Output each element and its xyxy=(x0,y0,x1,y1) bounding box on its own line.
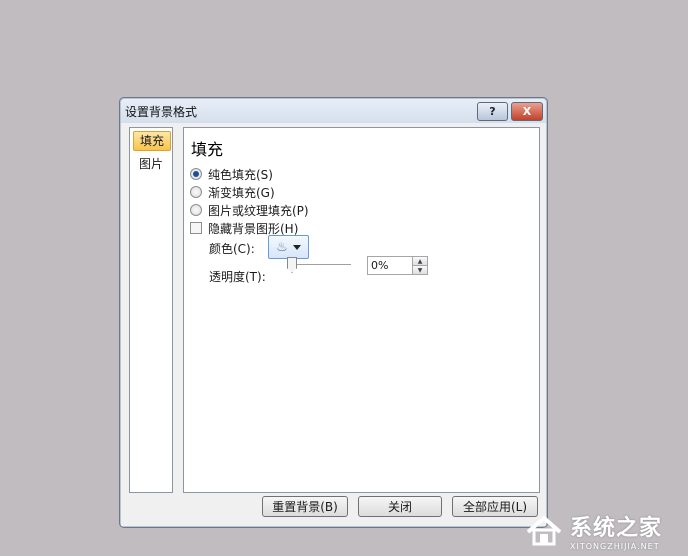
transparency-spinbox[interactable]: 0% ▲ ▼ xyxy=(367,256,428,275)
picture-texture-fill-radio[interactable] xyxy=(190,204,202,216)
transparency-label: 透明度(T): xyxy=(209,270,266,284)
close-icon[interactable]: X xyxy=(511,102,543,121)
gradient-fill-label: 渐变填充(G) xyxy=(208,185,275,200)
watermark-domain: XITONGZHIJIA.NET xyxy=(570,541,660,551)
help-button[interactable]: ? xyxy=(477,102,508,121)
spin-up-icon[interactable]: ▲ xyxy=(412,257,427,265)
solid-fill-label: 纯色填充(S) xyxy=(208,167,273,182)
nav-item-picture[interactable]: 图片 xyxy=(133,154,169,174)
fill-panel: 填充 纯色填充(S) 渐变填充(G) 图片或纹理填充(P) 隐藏背景图形(H) … xyxy=(183,127,540,493)
solid-fill-option[interactable]: 纯色填充(S) xyxy=(190,166,273,182)
solid-fill-radio[interactable] xyxy=(190,168,202,180)
picture-texture-fill-option[interactable]: 图片或纹理填充(P) xyxy=(190,202,309,218)
watermark: 系统之家 XITONGZHIJIA.NET xyxy=(524,508,684,552)
close-button[interactable]: 关闭 xyxy=(358,496,442,517)
reset-background-button[interactable]: 重置背景(B) xyxy=(262,496,348,517)
title-bar[interactable]: 设置背景格式 ? X xyxy=(121,99,546,123)
gradient-fill-option[interactable]: 渐变填充(G) xyxy=(190,184,275,200)
transparency-slider-track[interactable] xyxy=(289,264,351,265)
transparency-slider-thumb[interactable] xyxy=(287,257,297,273)
color-label: 颜色(C): xyxy=(209,242,255,256)
spin-down-icon[interactable]: ▼ xyxy=(412,265,427,274)
format-background-dialog: 设置背景格式 ? X 填充 图片 填充 纯色填充(S) 渐变填充(G) 图片或纹… xyxy=(119,97,548,528)
nav-item-fill[interactable]: 填充 xyxy=(133,131,171,151)
transparency-value[interactable]: 0% xyxy=(371,259,388,272)
hide-background-graphics-option[interactable]: 隐藏背景图形(H) xyxy=(190,220,298,236)
watermark-brand: 系统之家 xyxy=(570,515,663,541)
color-picker-button[interactable]: ♨ xyxy=(268,235,309,259)
dialog-body: 填充 图片 填充 纯色填充(S) 渐变填充(G) 图片或纹理填充(P) 隐藏背景… xyxy=(121,123,546,526)
picture-texture-fill-label: 图片或纹理填充(P) xyxy=(208,203,309,218)
section-title: 填充 xyxy=(191,140,224,159)
category-list: 填充 图片 xyxy=(129,127,173,493)
chevron-down-icon xyxy=(292,244,301,250)
watermark-logo-icon xyxy=(524,510,564,550)
spin-buttons: ▲ ▼ xyxy=(412,257,427,274)
dialog-title: 设置背景格式 xyxy=(125,105,198,119)
hide-background-graphics-checkbox[interactable] xyxy=(190,222,202,234)
gradient-fill-radio[interactable] xyxy=(190,186,202,198)
paint-bucket-icon: ♨ xyxy=(276,239,288,255)
hide-background-graphics-label: 隐藏背景图形(H) xyxy=(208,221,299,236)
